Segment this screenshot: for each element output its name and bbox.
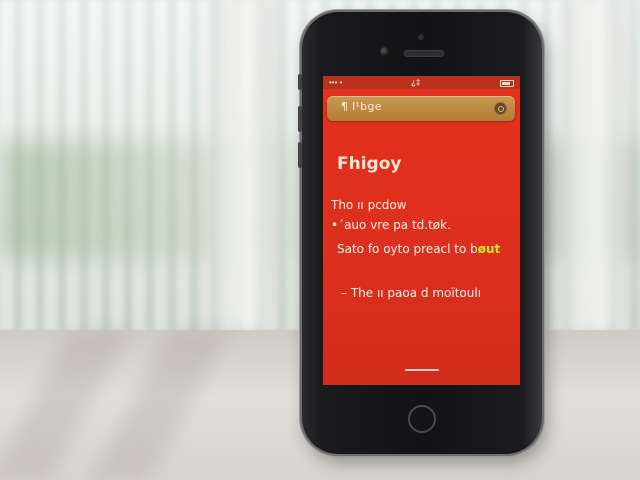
signal-indicator: ••• •: [329, 78, 343, 87]
phone: ••• • ¿‡ ¶ l¹bge Fhigoy Tho ıı pcdow •´a…: [298, 12, 542, 454]
search-text: ¶ l¹bge: [341, 100, 382, 113]
mute-switch: [298, 74, 302, 90]
note-line-2: •´auo vre pa td.tøk.: [331, 218, 451, 232]
note-line-3-highlight: øut: [477, 242, 501, 256]
status-time: ¿‡: [411, 78, 421, 87]
search-bar[interactable]: ¶ l¹bge: [327, 96, 515, 121]
home-button[interactable]: [408, 405, 436, 433]
note-line-4: – The ıı paoa d moïtoulı: [341, 286, 482, 300]
phone-screen: ••• • ¿‡ ¶ l¹bge Fhigoy Tho ıı pcdow •´a…: [323, 76, 520, 385]
note-title: Fhigoy: [337, 154, 402, 174]
note-line-1: Tho ıı pcdow: [331, 198, 407, 212]
battery-icon: [500, 80, 514, 87]
search-icon[interactable]: [494, 102, 507, 115]
status-bar: ••• • ¿‡: [323, 76, 520, 89]
note-line-3-text: Sato fo oyto preacl to b: [337, 242, 478, 256]
earpiece-speaker: [404, 50, 444, 57]
background-post: [560, 0, 630, 330]
volume-down-button: [298, 142, 302, 168]
note-line-3: Sato fo oyto preacl to bøut: [337, 242, 500, 256]
volume-up-button: [298, 106, 302, 132]
background-post: [210, 0, 280, 330]
home-indicator[interactable]: [405, 369, 439, 371]
proximity-sensor: [418, 34, 424, 40]
front-camera-icon: [380, 47, 389, 56]
